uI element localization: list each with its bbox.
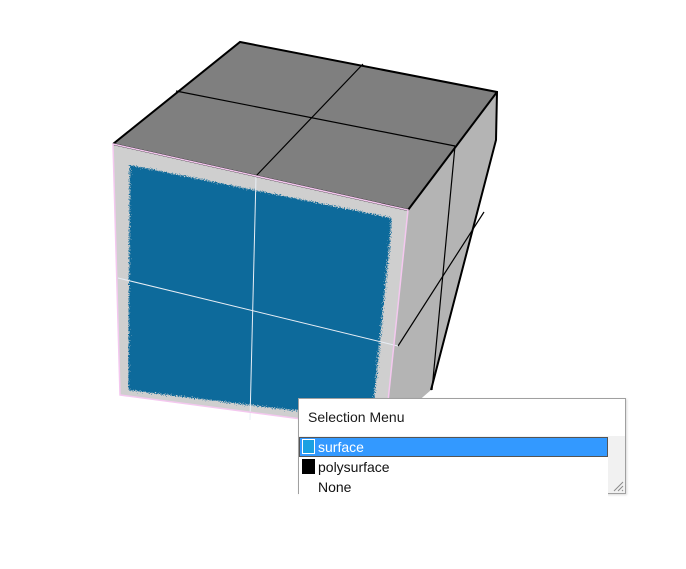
resize-grip-icon[interactable] bbox=[612, 480, 624, 492]
surface-color-swatch bbox=[302, 439, 315, 454]
selection-menu[interactable]: Selection Menu surface polysurface None bbox=[298, 398, 626, 497]
selection-menu-item-none[interactable]: None bbox=[299, 477, 608, 497]
selection-menu-item-surface[interactable]: surface bbox=[299, 437, 608, 457]
selection-menu-item-label: None bbox=[318, 479, 352, 495]
selection-menu-item-label: surface bbox=[318, 439, 364, 455]
selection-menu-item-polysurface[interactable]: polysurface bbox=[299, 457, 608, 477]
selection-menu-item-label: polysurface bbox=[318, 459, 390, 475]
selection-menu-title: Selection Menu bbox=[308, 409, 405, 425]
selection-menu-list: surface polysurface None bbox=[299, 436, 625, 497]
polysurface-color-swatch bbox=[302, 459, 315, 474]
